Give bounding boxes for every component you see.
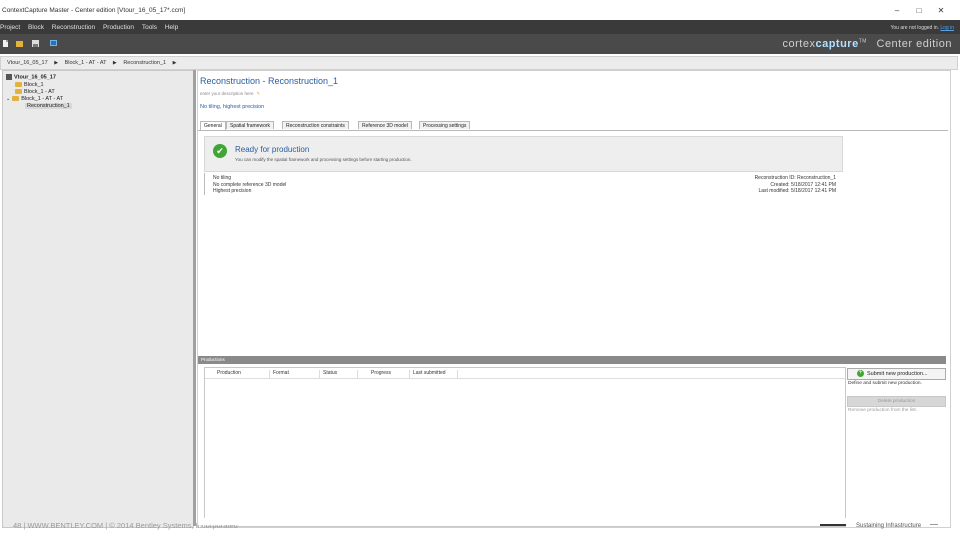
block-icon (15, 82, 22, 88)
menu-project[interactable]: Project (0, 24, 20, 31)
window-title: ContextCapture Master - Center edition [… (2, 7, 186, 14)
save-icon[interactable] (32, 40, 39, 47)
footer-tagline: Sustaining Infrastructure (856, 523, 922, 529)
table-header: Production Format Status Progress Last s… (205, 368, 845, 379)
reconstruction-summary: No tiling, highest precision (200, 104, 265, 110)
project-icon (6, 74, 12, 80)
precision-info: Highest precision (213, 188, 252, 194)
edit-pencil-icon[interactable]: ✎ (257, 91, 261, 96)
maximize-button[interactable]: □ (908, 6, 930, 15)
menu-production[interactable]: Production (103, 24, 134, 31)
new-project-icon[interactable] (2, 40, 9, 47)
description-field[interactable]: enter your description here ✎ (200, 91, 260, 97)
menu-tools[interactable]: Tools (142, 24, 157, 31)
menu-block[interactable]: Block (28, 24, 44, 31)
tab-spatial-framework[interactable]: Spatial framework (226, 121, 275, 129)
window-controls: – □ ✕ (886, 6, 952, 15)
menu-reconstruction[interactable]: Reconstruction (52, 24, 95, 31)
footer: 48 | WWW.BENTLEY.COM | © 2014 Bentley Sy… (0, 518, 960, 540)
tab-reference-3d-model[interactable]: Reference 3D model (358, 121, 412, 129)
status-text: You can modify the spatial framework and… (235, 157, 412, 162)
settings-icon[interactable] (50, 40, 57, 47)
productions-table[interactable]: Production Format Status Progress Last s… (204, 367, 846, 527)
page-title: Reconstruction - Reconstruction_1 (200, 76, 339, 86)
status-heading: Ready for production (235, 145, 310, 154)
chevron-down-icon[interactable]: ⌄ (6, 96, 10, 102)
tab-reconstruction-constraints[interactable]: Reconstruction constraints (282, 121, 349, 129)
plus-circle-icon: + (857, 370, 864, 377)
project-tree-pane: Vtour_16_05_17 Block_1 Block_1 - AT ⌄ Blo… (2, 70, 194, 528)
status-box: ✔ Ready for production You can modify th… (204, 136, 843, 172)
tree-item-block-1-at[interactable]: Block_1 - AT (15, 89, 55, 95)
open-folder-icon[interactable] (16, 40, 23, 47)
block-icon (12, 96, 20, 102)
breadcrumb-block[interactable]: Block_1 - AT - AT (65, 60, 107, 66)
menu-bar: Project Block Reconstruction Production … (0, 20, 960, 34)
chevron-right-icon: ▶ (54, 60, 59, 66)
tree-root[interactable]: Vtour_16_05_17 (6, 74, 56, 80)
chevron-right-icon: ▶ (112, 60, 117, 66)
submit-hint: Define and submit new production. (848, 381, 922, 386)
delete-production-button[interactable]: Delete production (847, 396, 946, 407)
block-icon (15, 89, 22, 95)
submit-production-button[interactable]: + Submit new production... (847, 368, 946, 380)
column-progress[interactable]: Progress (369, 370, 410, 378)
column-last-submitted[interactable]: Last submitted (411, 370, 458, 378)
breadcrumb-project[interactable]: Vtour_16_05_17 (7, 60, 48, 66)
toolbar: cortexcaptureTM Center edition (0, 34, 960, 54)
delete-hint: Remove production from the list. (848, 408, 918, 413)
tree-item-block-1-at-at[interactable]: ⌄ Block_1 - AT - AT (6, 96, 63, 102)
pane-splitter[interactable] (193, 70, 196, 526)
column-status[interactable]: Status (321, 370, 358, 378)
breadcrumb: Vtour_16_05_17 ▶ Block_1 - AT - AT ▶ Rec… (0, 56, 958, 70)
column-production[interactable]: Production (215, 370, 270, 378)
brand-logo: cortexcaptureTM Center edition (782, 38, 952, 50)
close-button[interactable]: ✕ (930, 6, 952, 15)
chevron-right-icon: ▶ (172, 60, 177, 66)
minimize-button[interactable]: – (886, 6, 908, 15)
tab-bar: General Spatial framework Reconstruction… (198, 121, 948, 131)
footer-dash (930, 524, 938, 525)
settings-summary: No tiling No complete reference 3D model… (213, 175, 286, 195)
breadcrumb-reconstruction[interactable]: Reconstruction_1 (123, 60, 166, 66)
tab-processing-settings[interactable]: Processing settings (419, 121, 471, 129)
menu-help[interactable]: Help (165, 24, 178, 31)
window-title-bar: ContextCapture Master - Center edition [… (0, 0, 960, 20)
tab-general[interactable]: General (200, 121, 226, 130)
login-text: You are not logged in. (890, 25, 939, 31)
tree-item-reconstruction[interactable]: Reconstruction_1 (25, 103, 72, 109)
footer-logo-bar (820, 524, 846, 526)
login-status: You are not logged in. Log in (891, 25, 954, 31)
productions-header: Productions (198, 356, 946, 364)
tree-item-block-1[interactable]: Block_1 (15, 82, 44, 88)
check-circle-icon: ✔ (213, 144, 227, 158)
column-format[interactable]: Format (271, 370, 320, 378)
login-link[interactable]: Log in (940, 25, 954, 31)
modified-date: Last modified: 5/18/2017 12:41 PM (758, 188, 836, 194)
info-divider (204, 173, 205, 195)
reconstruction-metadata: Reconstruction ID: Reconstruction_1 Crea… (690, 175, 836, 195)
